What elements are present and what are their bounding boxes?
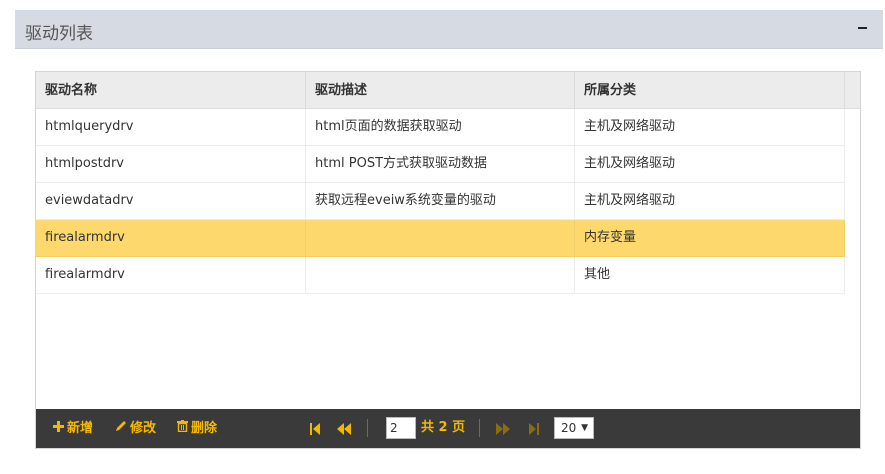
cell-name: firealarmdrv bbox=[36, 220, 306, 256]
last-page-icon[interactable] bbox=[526, 421, 542, 437]
page-size-value: 20 bbox=[561, 421, 577, 435]
table-row[interactable]: eviewdatadrv 获取远程eveiw系统变量的驱动 主机及网络驱动 bbox=[36, 183, 845, 220]
grid-body: htmlquerydrv html页面的数据获取驱动 主机及网络驱动 htmlp… bbox=[36, 109, 845, 294]
page-number-input[interactable] bbox=[386, 417, 416, 439]
delete-label: 删除 bbox=[191, 421, 218, 436]
first-page-icon[interactable] bbox=[307, 421, 323, 437]
cell-name: htmlquerydrv bbox=[36, 109, 306, 145]
cell-description bbox=[306, 257, 575, 293]
table-row-selected[interactable]: firealarmdrv 内存变量 bbox=[36, 220, 845, 257]
collapse-minus-icon[interactable] bbox=[855, 14, 871, 40]
column-header-category[interactable]: 所属分类 bbox=[575, 72, 845, 109]
driver-grid: 驱动名称 驱动描述 所属分类 htmlquerydrv html页面的数据获取驱… bbox=[35, 71, 861, 449]
column-header-description[interactable]: 驱动描述 bbox=[306, 72, 575, 109]
grid-toolbar: 新增 修改 删除 共 2 页 20 ▼ bbox=[36, 409, 860, 448]
cell-category: 主机及网络驱动 bbox=[575, 146, 845, 182]
toolbar-divider bbox=[479, 419, 480, 437]
caret-down-icon: ▼ bbox=[581, 423, 588, 433]
next-page-icon[interactable] bbox=[495, 421, 511, 437]
table-row[interactable]: htmlpostdrv html POST方式获取驱动数据 主机及网络驱动 bbox=[36, 146, 845, 183]
cell-description: html POST方式获取驱动数据 bbox=[306, 146, 575, 182]
cell-name: eviewdatadrv bbox=[36, 183, 306, 219]
cell-category: 其他 bbox=[575, 257, 845, 293]
cell-category: 主机及网络驱动 bbox=[575, 109, 845, 145]
page-size-select[interactable]: 20 ▼ bbox=[554, 417, 594, 439]
cell-category: 内存变量 bbox=[575, 220, 845, 256]
panel-title: 驱动列表 bbox=[25, 24, 93, 44]
table-row[interactable]: firealarmdrv 其他 bbox=[36, 257, 845, 294]
table-row[interactable]: htmlquerydrv html页面的数据获取驱动 主机及网络驱动 bbox=[36, 109, 845, 146]
pencil-icon bbox=[115, 409, 127, 448]
page-total-label: 共 2 页 bbox=[421, 420, 466, 435]
cell-name: firealarmdrv bbox=[36, 257, 306, 293]
cell-category: 主机及网络驱动 bbox=[575, 183, 845, 219]
trash-icon bbox=[177, 409, 188, 448]
panel-header: 驱动列表 bbox=[15, 10, 883, 49]
header-scroll-spacer bbox=[845, 72, 860, 109]
add-label: 新增 bbox=[67, 421, 94, 436]
grid-header: 驱动名称 驱动描述 所属分类 bbox=[36, 72, 860, 109]
add-button[interactable]: 新增 bbox=[53, 409, 93, 448]
prev-page-icon[interactable] bbox=[336, 421, 352, 437]
cell-description: html页面的数据获取驱动 bbox=[306, 109, 575, 145]
edit-button[interactable]: 修改 bbox=[115, 409, 156, 448]
cell-description: 获取远程eveiw系统变量的驱动 bbox=[306, 183, 575, 219]
edit-label: 修改 bbox=[130, 421, 157, 436]
toolbar-divider bbox=[367, 419, 368, 437]
delete-button[interactable]: 删除 bbox=[177, 409, 217, 448]
cell-name: htmlpostdrv bbox=[36, 146, 306, 182]
column-header-name[interactable]: 驱动名称 bbox=[36, 72, 306, 109]
cell-description bbox=[306, 220, 575, 256]
plus-icon bbox=[53, 409, 64, 448]
